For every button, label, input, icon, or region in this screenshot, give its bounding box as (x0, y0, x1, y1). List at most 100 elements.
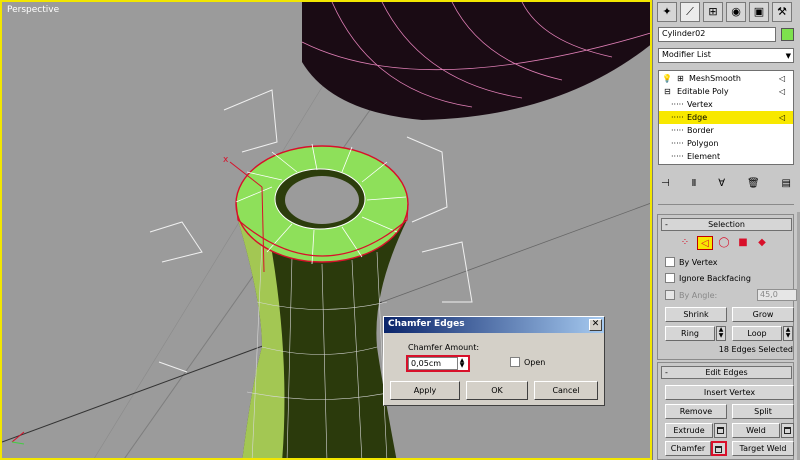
checkbox-box[interactable] (665, 273, 675, 283)
stack-item-editable-poly[interactable]: ⊟ Editable Poly ◁ (659, 85, 793, 98)
polygon-mode-icon[interactable]: ■ (735, 236, 751, 250)
extrude-settings-button[interactable] (714, 423, 727, 438)
utilities-tab[interactable]: ⚒ (772, 2, 792, 22)
stack-item-meshsmooth[interactable]: 💡 ⊞ MeshSmooth ◁ (659, 72, 793, 85)
rollout-collapse-icon: - (665, 220, 668, 229)
stack-item-polygon[interactable]: ····· Polygon (659, 137, 793, 150)
dialog-titlebar[interactable]: Chamfer Edges ✕ (384, 317, 604, 333)
stack-item-label: Border (687, 126, 714, 135)
stack-item-element[interactable]: ····· Element (659, 150, 793, 163)
border-mode-icon[interactable]: ◯ (716, 236, 732, 250)
stack-item-label: Polygon (687, 139, 719, 148)
open-checkbox[interactable]: Open (510, 357, 545, 367)
create-tab[interactable]: ✦ (657, 2, 677, 22)
amount-spinner[interactable]: ▲ ▼ (457, 358, 467, 369)
stack-item-label: Edge (687, 113, 708, 122)
motion-icon: ◉ (731, 5, 741, 18)
stack-toolbar: ⊣ Ⅱ ∀ 🗑 ▤ (658, 178, 794, 196)
object-color-swatch[interactable] (781, 28, 794, 41)
display-tab[interactable]: ▣ (749, 2, 769, 22)
target-weld-button[interactable]: Target Weld (732, 441, 794, 456)
object-name-field[interactable]: Cylinder02 (658, 27, 776, 42)
viewport-label[interactable]: Perspective (7, 5, 59, 15)
tree-dots: ····· (671, 113, 684, 122)
chamfer-amount-input[interactable] (408, 357, 458, 370)
chamfer-amount-field[interactable]: ▲▼ (406, 355, 470, 372)
stack-item-border[interactable]: ····· Border (659, 124, 793, 137)
close-icon: ✕ (591, 319, 600, 329)
svg-text:x: x (223, 155, 229, 165)
ring-spinner[interactable]: ▲ ▼ (716, 326, 726, 341)
checkbox-label: By Vertex (679, 257, 718, 267)
chamfer-edges-dialog[interactable]: Chamfer Edges ✕ Chamfer Amount: ▲▼ Open … (383, 316, 605, 406)
chamfer-button[interactable]: Chamfer (665, 441, 711, 456)
open-checkbox-box[interactable] (510, 357, 520, 367)
wire-cursor-icon: ◁ (779, 87, 786, 96)
split-button[interactable]: Split (732, 404, 794, 419)
settings-dialog-icon (784, 427, 791, 434)
ok-button[interactable]: OK (466, 381, 528, 400)
lightbulb-icon[interactable]: 💡 (662, 72, 672, 85)
panel-tabs: ✦ ⟋ ⊞ ◉ ▣ ⚒ (655, 2, 799, 24)
stack-item-vertex[interactable]: ····· Vertex (659, 98, 793, 111)
cancel-button[interactable]: Cancel (534, 381, 598, 400)
extrude-button[interactable]: Extrude (665, 423, 713, 438)
create-icon: ✦ (662, 5, 672, 18)
shrink-button[interactable]: Shrink (665, 307, 727, 322)
stack-item-label: Element (687, 152, 721, 161)
loop-button[interactable]: Loop (732, 326, 782, 341)
checkbox-box[interactable] (665, 290, 675, 300)
tree-dots: ····· (671, 126, 684, 135)
chamfer-amount-label: Chamfer Amount: (408, 343, 480, 352)
stack-item-edge[interactable]: ····· Edge ◁ (659, 111, 793, 124)
open-label: Open (524, 357, 546, 367)
weld-settings-button[interactable] (781, 423, 794, 438)
modifier-list-dropdown[interactable]: Modifier List ▼ (658, 48, 794, 63)
modifier-stack[interactable]: 💡 ⊞ MeshSmooth ◁ ⊟ Editable Poly ◁ ·····… (658, 70, 794, 165)
stack-item-label: MeshSmooth (689, 74, 741, 83)
remove-button[interactable]: Remove (665, 404, 727, 419)
dialog-title: Chamfer Edges (388, 319, 465, 329)
make-unique-icon[interactable]: ∀ (718, 178, 725, 196)
checkbox-label: By Angle: (679, 290, 718, 300)
chamfer-settings-button[interactable] (711, 441, 727, 456)
configure-sets-icon[interactable]: ▤ (782, 178, 791, 196)
selection-rollout-title[interactable]: - Selection (661, 218, 792, 231)
checkbox-box[interactable] (665, 257, 675, 267)
grow-button[interactable]: Grow (732, 307, 794, 322)
stack-item-label: Vertex (687, 100, 713, 109)
show-end-result-icon[interactable]: Ⅱ (692, 178, 697, 196)
apply-button[interactable]: Apply (390, 381, 460, 400)
rollout-collapse-icon: - (665, 368, 668, 377)
edit-edges-rollout-title[interactable]: - Edit Edges (661, 366, 792, 379)
loop-spinner[interactable]: ▲ ▼ (783, 326, 793, 341)
settings-dialog-icon (715, 446, 722, 453)
wire-cursor-icon: ◁ (779, 113, 786, 122)
edge-mode-icon[interactable]: ◁ (697, 236, 713, 250)
pin-stack-icon[interactable]: ⊣ (661, 178, 670, 196)
angle-input[interactable]: 45,0 (757, 289, 797, 301)
element-mode-icon[interactable]: ◆ (754, 236, 770, 250)
expand-plus-icon[interactable]: ⊞ (677, 72, 684, 85)
insert-vertex-button[interactable]: Insert Vertex (665, 385, 794, 400)
motion-tab[interactable]: ◉ (726, 2, 746, 22)
rollout-title-text: Selection (708, 220, 745, 229)
ring-button[interactable]: Ring (665, 326, 715, 341)
close-button[interactable]: ✕ (589, 319, 602, 331)
modify-tab[interactable]: ⟋ (680, 2, 700, 22)
ignore-backfacing-checkbox[interactable]: Ignore Backfacing (665, 273, 751, 283)
weld-button[interactable]: Weld (732, 423, 780, 438)
hierarchy-tab[interactable]: ⊞ (703, 2, 723, 22)
checkbox-label: Ignore Backfacing (679, 273, 751, 283)
remove-modifier-icon[interactable]: 🗑 (747, 178, 760, 196)
rollout-title-text: Edit Edges (705, 368, 748, 377)
collapse-minus-icon[interactable]: ⊟ (664, 85, 671, 98)
selection-status: 18 Edges Selected (718, 345, 793, 354)
by-vertex-checkbox[interactable]: By Vertex (665, 257, 717, 267)
vertex-mode-icon[interactable]: ⁘ (677, 236, 693, 250)
display-icon: ▣ (753, 5, 765, 18)
chevron-down-icon: ▼ (785, 52, 791, 60)
utilities-icon: ⚒ (777, 5, 787, 18)
by-angle-checkbox[interactable]: By Angle: (665, 290, 717, 300)
wire-cursor-icon: ◁ (779, 74, 786, 83)
